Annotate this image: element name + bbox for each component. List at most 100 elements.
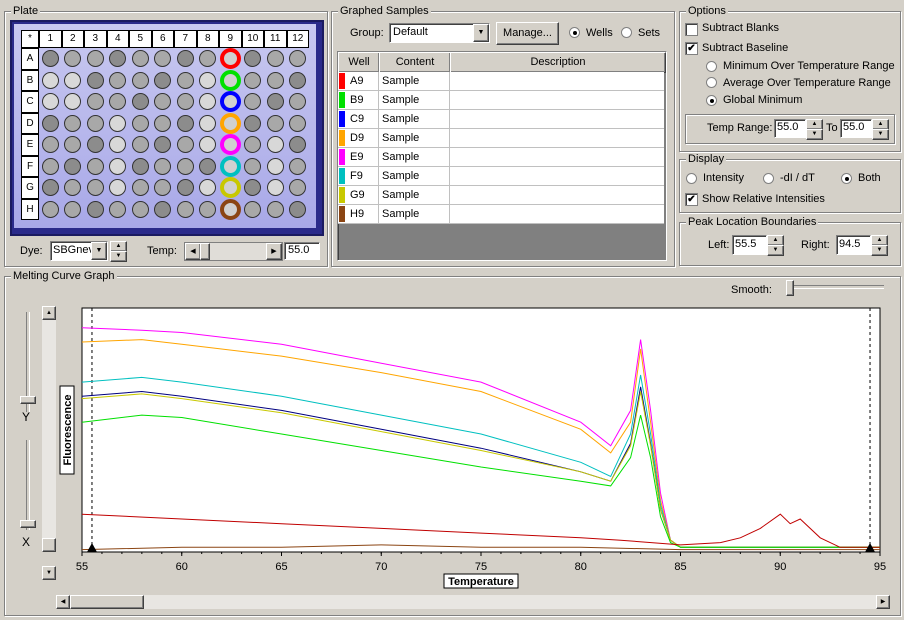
sample-row[interactable]: C9 Sample xyxy=(338,110,664,129)
plate-well[interactable] xyxy=(289,93,307,111)
manage-button[interactable]: Manage... xyxy=(496,22,559,45)
plate-well[interactable] xyxy=(41,200,59,218)
plate-well[interactable] xyxy=(86,50,104,68)
sample-row[interactable]: H9 Sample xyxy=(338,205,664,224)
peak-left-spinner[interactable]: ▲ ▼ xyxy=(767,235,784,256)
plate-well[interactable] xyxy=(86,200,104,218)
plate-well[interactable] xyxy=(289,71,307,89)
plate-well[interactable] xyxy=(154,93,172,111)
plate-well[interactable] xyxy=(244,136,262,154)
y-scale-thumb[interactable] xyxy=(20,396,36,404)
plate-column-label[interactable]: 9 xyxy=(219,30,242,48)
smooth-slider[interactable] xyxy=(784,280,888,300)
hscroll-thumb[interactable] xyxy=(70,595,144,609)
plate-well[interactable] xyxy=(289,50,307,68)
plate-well[interactable] xyxy=(266,93,284,111)
plate-well[interactable] xyxy=(176,179,194,197)
plate-well[interactable] xyxy=(64,114,82,132)
peak-left-down[interactable]: ▼ xyxy=(767,245,784,256)
plate-well[interactable] xyxy=(64,50,82,68)
temp-slider-thumb[interactable] xyxy=(200,243,210,260)
peak-right-input[interactable]: 94.5 xyxy=(836,235,871,255)
vscroll-down-button[interactable]: ▼ xyxy=(42,566,56,580)
plate-well[interactable] xyxy=(154,179,172,197)
plate-well[interactable] xyxy=(244,50,262,68)
col-header-content[interactable]: Content xyxy=(379,52,451,73)
plate-well[interactable] xyxy=(131,157,149,175)
both-radio[interactable] xyxy=(841,173,852,184)
plate-well[interactable] xyxy=(289,179,307,197)
vscroll-up-button[interactable]: ▲ xyxy=(42,306,56,320)
plate-well[interactable] xyxy=(86,136,104,154)
didt-radio[interactable] xyxy=(763,173,774,184)
plate-column-label[interactable]: 10 xyxy=(241,30,264,48)
plate-well[interactable] xyxy=(131,200,149,218)
plate-well[interactable] xyxy=(64,157,82,175)
plate-well[interactable] xyxy=(154,157,172,175)
col-header-description[interactable]: Description xyxy=(450,52,666,73)
plate-well[interactable] xyxy=(41,71,59,89)
plate-well[interactable] xyxy=(86,114,104,132)
sample-row[interactable]: E9 Sample xyxy=(338,148,664,167)
temp-to-down[interactable]: ▼ xyxy=(872,129,889,140)
graph-vscroll[interactable]: ▲ xyxy=(42,306,56,552)
plate-well[interactable] xyxy=(199,50,217,68)
dye-down-button[interactable]: ▼ xyxy=(110,251,127,262)
plate-well[interactable] xyxy=(41,93,59,111)
peak-right-down[interactable]: ▼ xyxy=(871,245,888,256)
plate-well[interactable] xyxy=(176,93,194,111)
plate-well[interactable] xyxy=(41,179,59,197)
plate-row-label[interactable]: D xyxy=(21,112,39,134)
plate-well[interactable] xyxy=(219,48,241,70)
temp-to-spinner[interactable]: ▲ ▼ xyxy=(872,119,889,140)
plate-well[interactable] xyxy=(176,71,194,89)
plate-well[interactable] xyxy=(266,179,284,197)
plate-well[interactable] xyxy=(266,157,284,175)
temp-to-input[interactable]: 55.0 xyxy=(840,119,872,138)
plate-well[interactable] xyxy=(154,136,172,154)
plate-well[interactable] xyxy=(244,157,262,175)
plate-well[interactable] xyxy=(109,136,127,154)
x-scale-slider[interactable] xyxy=(18,440,36,530)
graph-hscroll[interactable]: ◀ ▶ xyxy=(56,595,890,609)
plate-well[interactable] xyxy=(64,200,82,218)
plate-well[interactable] xyxy=(219,155,241,177)
plate-well[interactable] xyxy=(199,114,217,132)
plate-well[interactable] xyxy=(109,179,127,197)
plate-well[interactable] xyxy=(266,114,284,132)
plate-well[interactable] xyxy=(219,91,241,113)
sample-row[interactable]: A9 Sample xyxy=(338,72,664,91)
dye-select[interactable]: SBGnev ▼ xyxy=(50,241,108,261)
sample-row[interactable]: D9 Sample xyxy=(338,129,664,148)
plate-well[interactable] xyxy=(289,114,307,132)
plate-well[interactable] xyxy=(219,177,241,199)
plate-well[interactable] xyxy=(266,50,284,68)
plate-grid[interactable]: * 1 2 3 4 5 6 7 8 9 10 11 12 A B C D E F G H xyxy=(21,30,311,226)
plate-well[interactable] xyxy=(289,200,307,218)
sample-row[interactable]: B9 Sample xyxy=(338,91,664,110)
temp-slider[interactable]: ◀ ▶ xyxy=(184,242,283,261)
plate-well[interactable] xyxy=(176,50,194,68)
min-over-radio[interactable] xyxy=(706,61,717,72)
plate-row-label[interactable]: F xyxy=(21,155,39,177)
plate-well[interactable] xyxy=(219,112,241,134)
plate-well[interactable] xyxy=(86,93,104,111)
plate-well[interactable] xyxy=(109,200,127,218)
plate-well[interactable] xyxy=(131,93,149,111)
plate-well[interactable] xyxy=(289,136,307,154)
plate-well[interactable] xyxy=(86,179,104,197)
plate-row-label[interactable]: B xyxy=(21,69,39,91)
plate-well[interactable] xyxy=(131,179,149,197)
plate-well[interactable] xyxy=(266,71,284,89)
plate-well[interactable] xyxy=(244,200,262,218)
plate-well[interactable] xyxy=(266,136,284,154)
group-select[interactable]: Default ▼ xyxy=(389,23,490,43)
plate-well[interactable] xyxy=(244,71,262,89)
plate-well[interactable] xyxy=(41,136,59,154)
plate-well[interactable] xyxy=(244,93,262,111)
group-dropdown-button[interactable]: ▼ xyxy=(473,24,489,42)
show-relative-checkbox[interactable]: ✔ xyxy=(685,193,698,206)
plate-well[interactable] xyxy=(219,69,241,91)
plate-well[interactable] xyxy=(64,93,82,111)
subtract-blanks-checkbox[interactable] xyxy=(685,23,698,36)
